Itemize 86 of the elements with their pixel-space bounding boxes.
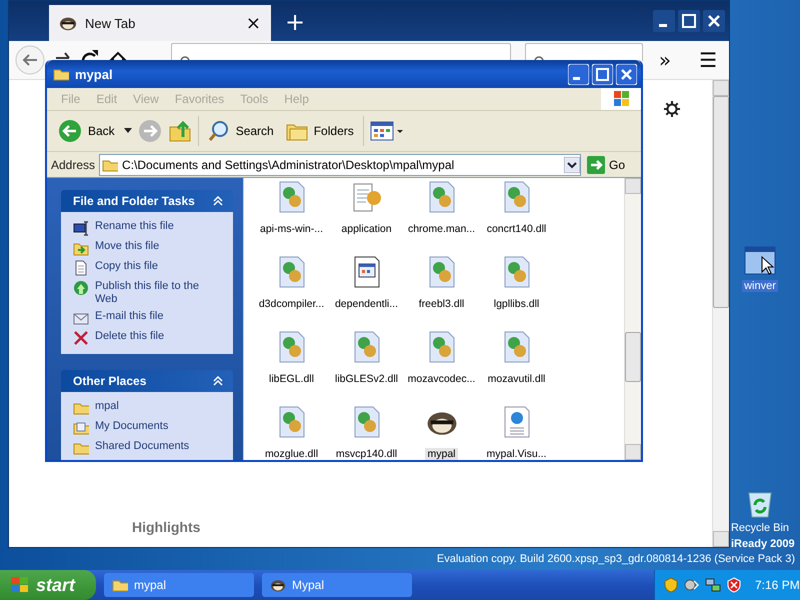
close-button[interactable]	[703, 10, 725, 32]
scrollbar[interactable]	[624, 178, 641, 460]
dropdown-arrow-icon[interactable]	[124, 128, 132, 134]
task-link[interactable]: Delete this file	[95, 330, 164, 343]
file-name[interactable]: dependentli...	[332, 298, 400, 310]
section-heading: Highlights	[132, 519, 202, 535]
address-field[interactable]: C:\Documents and Settings\Administrator\Desktop\mpal\mypal	[99, 154, 581, 176]
network-icon[interactable]	[684, 577, 700, 593]
home-button[interactable]	[109, 49, 127, 61]
up-folder-button[interactable]	[168, 119, 192, 143]
computers-icon[interactable]	[705, 577, 721, 593]
minimize-button[interactable]	[568, 64, 589, 84]
window-title: mypal	[75, 66, 113, 82]
overflow-button[interactable]: »	[652, 48, 678, 72]
close-tab-button[interactable]: ×	[246, 12, 261, 34]
build-text: Evaluation copy. Build 2600.xpsp_sp3_gdr.080814-1236 (Service Pack 3)	[436, 553, 795, 565]
back-button[interactable]	[15, 45, 45, 75]
panel-header[interactable]: Other Places	[61, 370, 233, 392]
search-icon	[180, 54, 190, 61]
address-field[interactable]	[171, 43, 511, 61]
copy-icon	[73, 260, 89, 276]
task-link[interactable]: Publish this file to the Web	[95, 280, 215, 306]
task-link[interactable]: Move this file	[95, 240, 160, 253]
dropdown-button[interactable]	[564, 156, 580, 172]
desktop-icon-label[interactable]: winver	[742, 280, 778, 292]
scrollbar[interactable]	[712, 80, 729, 547]
views-button[interactable]	[370, 120, 404, 142]
file-name[interactable]: mypal	[425, 448, 458, 460]
task-link[interactable]: mpal	[95, 400, 119, 413]
go-button[interactable]: Go	[584, 156, 637, 174]
search-icon	[534, 54, 544, 61]
browser-tab[interactable]: New Tab ×	[49, 5, 271, 41]
reload-button[interactable]	[81, 49, 99, 61]
menu-button[interactable]: ☰	[693, 48, 723, 72]
desktop-icon-label[interactable]: Recycle Bin	[728, 522, 792, 534]
maximize-button[interactable]	[678, 10, 700, 32]
file-name[interactable]: chrome.man...	[406, 223, 478, 235]
delete-icon	[73, 330, 89, 346]
task-link[interactable]: Rename this file	[95, 220, 174, 233]
task-link[interactable]: My Documents	[95, 420, 168, 433]
windows-logo-icon	[601, 88, 641, 110]
new-tab-button[interactable]: +	[285, 7, 306, 37]
raccoon-icon	[270, 577, 286, 593]
task-link[interactable]: Copy this file	[95, 260, 158, 273]
search-field[interactable]	[524, 43, 643, 61]
shield-icon[interactable]	[663, 577, 679, 593]
windows-logo-icon	[10, 576, 30, 594]
file-name[interactable]: mozavcodec...	[406, 373, 478, 385]
window-icon	[744, 245, 776, 277]
globe-icon	[73, 280, 89, 296]
file-name[interactable]: msvcp140.dll	[334, 448, 400, 460]
rename-icon	[73, 220, 89, 236]
file-name[interactable]: lgpllibs.dll	[492, 298, 542, 310]
close-button[interactable]	[616, 64, 637, 84]
collapse-icon	[213, 196, 223, 206]
settings-icon[interactable]	[663, 100, 681, 118]
desktop-caption: iReady 2009	[731, 538, 795, 550]
maximize-button[interactable]	[592, 64, 613, 84]
security-alert-icon[interactable]	[726, 577, 742, 593]
clock: 7:16 PM	[755, 578, 800, 592]
file-name[interactable]: libGLESv2.dll	[332, 373, 400, 385]
back-button[interactable]: Back	[55, 119, 118, 143]
file-name[interactable]: mozglue.dll	[262, 448, 320, 460]
file-name[interactable]: libEGL.dll	[267, 373, 316, 385]
file-name[interactable]: concrt140.dll	[484, 223, 548, 235]
collapse-icon	[213, 376, 223, 386]
start-button[interactable]: start	[0, 570, 96, 600]
taskbar-button[interactable]: mypal	[104, 573, 254, 597]
task-link[interactable]: Shared Documents	[95, 440, 190, 453]
magnifier-icon	[208, 120, 230, 142]
file-name[interactable]: mypal.Visu...	[484, 448, 548, 460]
documents-icon	[73, 420, 89, 436]
file-name[interactable]: d3dcompiler...	[256, 298, 326, 310]
file-name[interactable]: application	[339, 223, 394, 235]
address-label: Address	[51, 158, 96, 172]
minimize-button[interactable]	[653, 10, 675, 32]
taskbar-button[interactable]: Mypal	[262, 573, 412, 597]
file-name[interactable]: api-ms-win-...	[258, 223, 325, 235]
file-name[interactable]: mozavutil.dll	[486, 373, 548, 385]
folders-button[interactable]: Folders	[282, 120, 357, 142]
task-link[interactable]: E-mail this file	[95, 310, 164, 323]
file-name[interactable]: freebl3.dll	[416, 298, 466, 310]
search-button[interactable]: Search	[204, 120, 277, 142]
notepad-gear-icon	[350, 181, 382, 213]
panel-header[interactable]: File and Folder Tasks	[61, 190, 233, 212]
tab-title: New Tab	[85, 16, 136, 30]
